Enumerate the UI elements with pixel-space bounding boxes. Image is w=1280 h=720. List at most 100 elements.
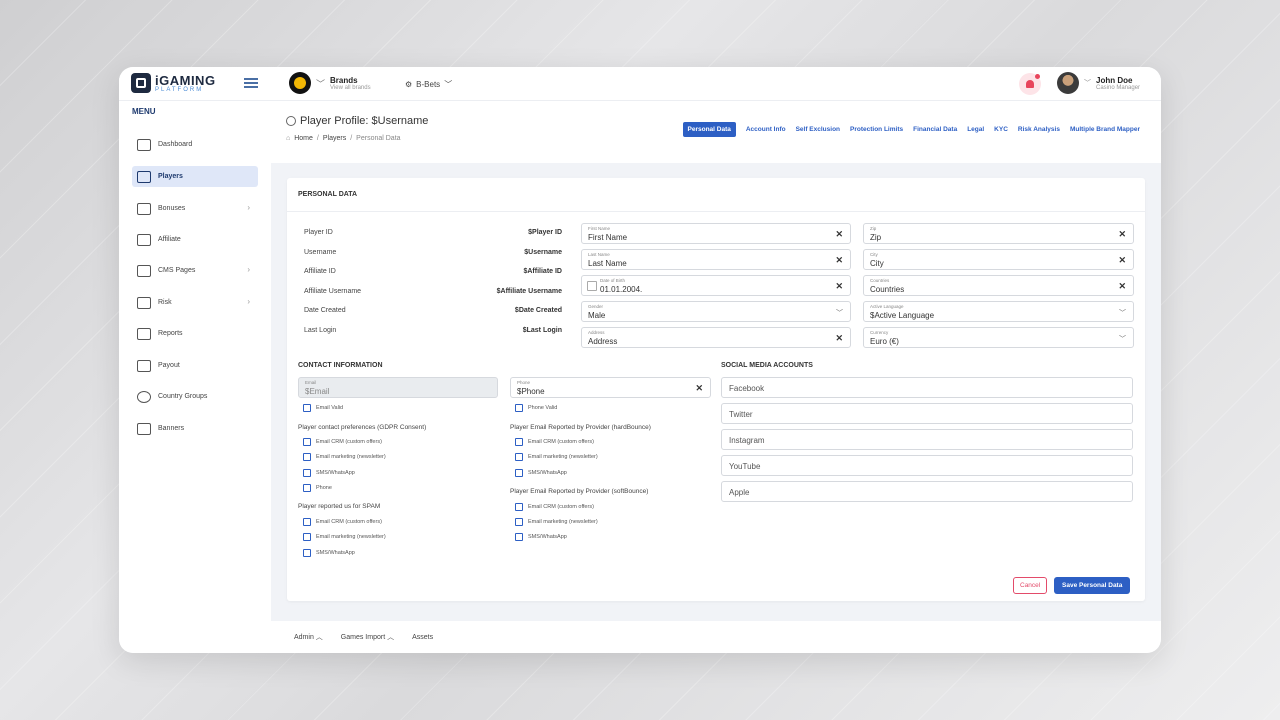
user-menu[interactable]: ﹀ John Doe Casino Manager bbox=[1057, 72, 1140, 94]
sidebar-item-dashboard[interactable]: Dashboard bbox=[132, 134, 258, 155]
soft-bounce-checkbox[interactable]: Email marketing (newsletter) bbox=[515, 518, 598, 526]
phone-field[interactable]: Phone $Phone ✕ bbox=[510, 377, 711, 398]
tab-risk-analysis[interactable]: Risk Analysis bbox=[1018, 122, 1060, 137]
field-label: Zip bbox=[870, 226, 877, 231]
apple-input[interactable]: Apple bbox=[721, 481, 1133, 502]
address-field[interactable]: Address Address ✕ bbox=[581, 327, 851, 348]
close-icon[interactable]: ✕ bbox=[1118, 281, 1126, 292]
tab-protection-limits[interactable]: Protection Limits bbox=[850, 122, 903, 137]
checkbox-icon[interactable] bbox=[515, 469, 523, 477]
close-icon[interactable]: ✕ bbox=[835, 281, 843, 292]
checkbox-icon[interactable] bbox=[303, 453, 311, 461]
user-circle-icon bbox=[286, 116, 296, 126]
checkbox-icon[interactable] bbox=[515, 453, 523, 461]
tab-financial-data[interactable]: Financial Data bbox=[913, 122, 957, 137]
spam-checkbox[interactable]: SMS/WhatsApp bbox=[303, 549, 355, 557]
checkbox-label: SMS/WhatsApp bbox=[316, 470, 355, 476]
last-name-field[interactable]: Last Name Last Name ✕ bbox=[581, 249, 851, 270]
footer-admin[interactable]: Admin ︿ bbox=[294, 632, 323, 642]
checkbox-icon[interactable] bbox=[303, 533, 311, 541]
first-name-field[interactable]: First Name First Name ✕ bbox=[581, 223, 851, 244]
checkbox-icon[interactable] bbox=[515, 533, 523, 541]
sidebar-item-banners[interactable]: Banners bbox=[132, 418, 258, 439]
checkbox-icon[interactable] bbox=[303, 438, 311, 446]
gdpr-group-title: Player contact preferences (GDPR Consent… bbox=[298, 424, 427, 431]
breadcrumb-players[interactable]: Players bbox=[323, 135, 346, 142]
phone-valid-checkbox[interactable]: Phone Valid bbox=[515, 404, 557, 412]
tab-kyc[interactable]: KYC bbox=[994, 122, 1008, 137]
facebook-input[interactable]: Facebook bbox=[721, 377, 1133, 398]
gdpr-checkbox[interactable]: SMS/WhatsApp bbox=[303, 469, 355, 477]
close-icon[interactable]: ✕ bbox=[695, 383, 703, 394]
breadcrumb-home[interactable]: Home bbox=[294, 135, 313, 142]
gdpr-checkbox[interactable]: Email CRM (custom offers) bbox=[303, 438, 382, 446]
sidebar-item-country-groups[interactable]: Country Groups bbox=[132, 386, 258, 407]
checkbox-icon[interactable] bbox=[303, 469, 311, 477]
soft-bounce-checkbox[interactable]: SMS/WhatsApp bbox=[515, 533, 567, 541]
sidebar-item-players[interactable]: Players bbox=[132, 166, 258, 187]
checkbox-icon[interactable] bbox=[515, 518, 523, 526]
checkbox-icon[interactable] bbox=[303, 518, 311, 526]
close-icon[interactable]: ✕ bbox=[1118, 255, 1126, 266]
checkbox-icon[interactable] bbox=[303, 404, 311, 412]
currency-select[interactable]: Currency Euro (€) ﹀ bbox=[863, 327, 1134, 348]
city-field[interactable]: City City ✕ bbox=[863, 249, 1134, 270]
close-icon[interactable]: ✕ bbox=[835, 255, 843, 266]
twitter-input[interactable]: Twitter bbox=[721, 403, 1133, 424]
hard-bounce-checkbox[interactable]: Email marketing (newsletter) bbox=[515, 453, 598, 461]
sidebar-item-bonuses[interactable]: Bonuses › bbox=[132, 198, 258, 219]
cancel-button[interactable]: Cancel bbox=[1013, 577, 1048, 594]
tab-self-exclusion[interactable]: Self Exclusion bbox=[796, 122, 840, 137]
hard-bounce-checkbox[interactable]: SMS/WhatsApp bbox=[515, 469, 567, 477]
hamburger-menu-icon[interactable] bbox=[244, 78, 258, 88]
menu-title: MENU bbox=[132, 107, 156, 116]
gdpr-checkbox[interactable]: Phone bbox=[303, 484, 332, 492]
sidebar-item-payout[interactable]: Payout bbox=[132, 355, 258, 376]
hard-bounce-checkbox[interactable]: Email CRM (custom offers) bbox=[515, 438, 594, 446]
active-language-select[interactable]: Active Language $Active Language ﹀ bbox=[863, 301, 1134, 322]
logo[interactable]: iGAMING PLATFORM bbox=[131, 73, 216, 93]
notification-button[interactable] bbox=[1019, 73, 1041, 95]
footer-assets[interactable]: Assets bbox=[412, 634, 433, 641]
sidebar-item-cms-pages[interactable]: CMS Pages › bbox=[132, 260, 258, 281]
youtube-input[interactable]: YouTube bbox=[721, 455, 1133, 476]
calendar-icon[interactable] bbox=[587, 281, 597, 291]
close-icon[interactable]: ✕ bbox=[1118, 229, 1126, 240]
spam-checkbox[interactable]: Email CRM (custom offers) bbox=[303, 518, 382, 526]
sidebar-item-affiliate[interactable]: Affiliate bbox=[132, 229, 258, 250]
zip-field[interactable]: Zip Zip ✕ bbox=[863, 223, 1134, 244]
checkbox-icon[interactable] bbox=[515, 438, 523, 446]
tab-account-info[interactable]: Account Info bbox=[746, 122, 786, 137]
countries-field[interactable]: Countries Countries ✕ bbox=[863, 275, 1134, 296]
detail-label: Player ID bbox=[304, 229, 333, 236]
detail-label: Last Login bbox=[304, 327, 337, 334]
checkbox-icon[interactable] bbox=[303, 484, 311, 492]
close-icon[interactable]: ✕ bbox=[835, 333, 843, 344]
email-valid-checkbox[interactable]: Email Valid bbox=[303, 404, 343, 412]
brand-selector[interactable]: ﹀ Brands View all brands bbox=[289, 72, 371, 94]
gdpr-checkbox[interactable]: Email marketing (newsletter) bbox=[303, 453, 386, 461]
footer-games-import[interactable]: Games Import ︿ bbox=[341, 632, 394, 642]
save-personal-data-button[interactable]: Save Personal Data bbox=[1054, 577, 1131, 594]
checkbox-icon[interactable] bbox=[515, 503, 523, 511]
sidebar-item-reports[interactable]: Reports bbox=[132, 323, 258, 344]
spam-checkbox[interactable]: Email marketing (newsletter) bbox=[303, 533, 386, 541]
checkbox-icon[interactable] bbox=[303, 549, 311, 557]
checkbox-icon[interactable] bbox=[515, 404, 523, 412]
sidebar-item-risk[interactable]: Risk › bbox=[132, 292, 258, 313]
card-title: PERSONAL DATA bbox=[298, 191, 358, 198]
tab-personal-data[interactable]: Personal Data bbox=[682, 122, 736, 137]
close-icon[interactable]: ✕ bbox=[835, 229, 843, 240]
soft-bounce-checkbox[interactable]: Email CRM (custom offers) bbox=[515, 503, 594, 511]
chevron-down-icon: ﹀ bbox=[316, 78, 326, 89]
tab-multiple-brand-mapper[interactable]: Multiple Brand Mapper bbox=[1070, 122, 1140, 137]
field-label: First Name bbox=[588, 226, 611, 231]
checkbox-label: Email marketing (newsletter) bbox=[316, 534, 386, 540]
sidebar-item-label: Reports bbox=[158, 330, 183, 337]
bbets-selector[interactable]: ⚙ B-Bets ﹀ bbox=[405, 79, 452, 90]
instagram-input[interactable]: Instagram bbox=[721, 429, 1133, 450]
detail-value: $Affiliate ID bbox=[523, 268, 562, 275]
tab-legal[interactable]: Legal bbox=[967, 122, 984, 137]
gender-select[interactable]: Gender Male ﹀ bbox=[581, 301, 851, 322]
date-of-birth-field[interactable]: Date of Birth 01.01.2004. ✕ bbox=[581, 275, 851, 296]
